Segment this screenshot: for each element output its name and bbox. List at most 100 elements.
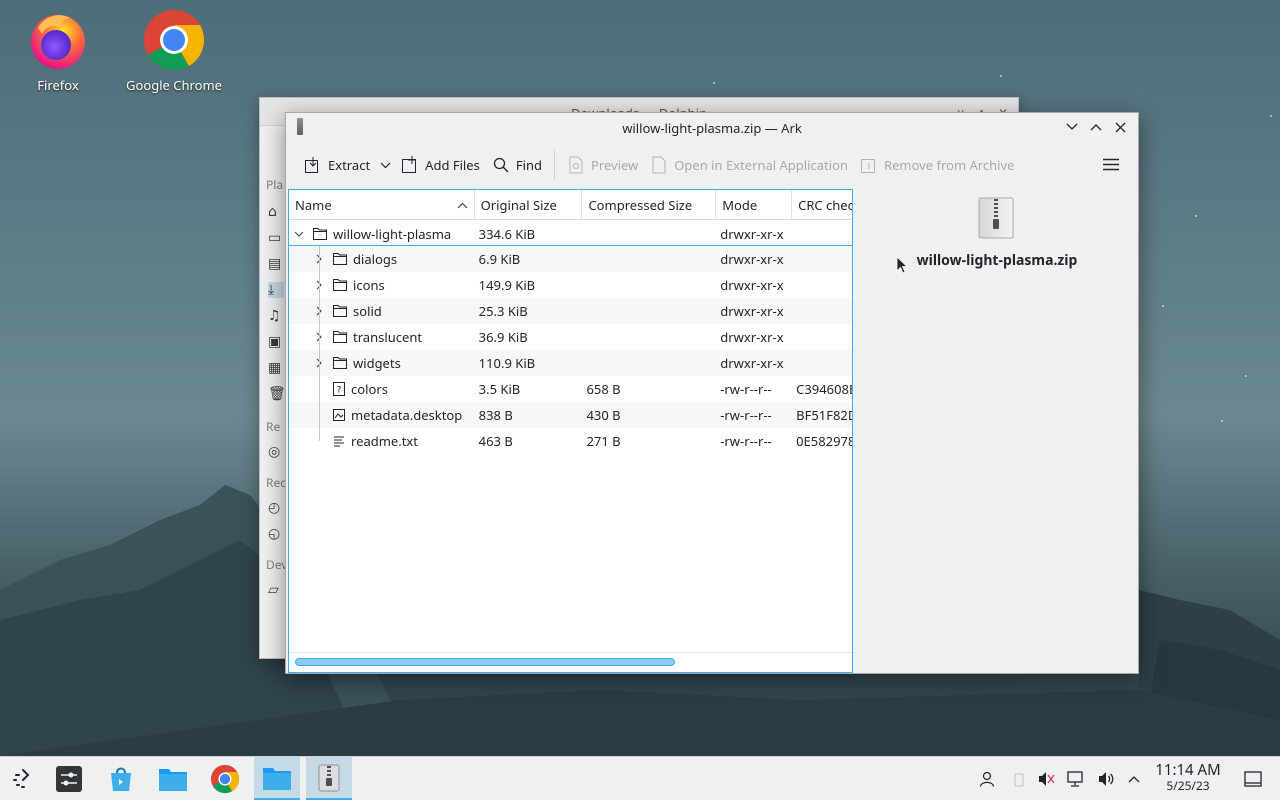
desktop-icon[interactable]: ▭ [268,230,284,246]
star [1221,420,1223,422]
tray-clipboard-icon[interactable] [1006,757,1032,800]
minimize-button[interactable] [1062,117,1082,137]
compressed-size-cell: 271 B [586,432,621,450]
star [1245,375,1247,377]
entry-name: colors [351,380,388,398]
add-files-label: Add Files [425,156,480,174]
entry-name: icons [353,276,385,294]
name-cell: ? colors [289,376,475,402]
home-icon[interactable]: ⌂ [268,204,284,220]
horizontal-scrollbar-track[interactable] [289,652,852,672]
text-file-icon [333,434,345,448]
recent-locations-icon[interactable]: ◵ [268,526,284,542]
ark-window-title: willow-light-plasma.zip — Ark [622,119,802,137]
task-system-settings[interactable] [46,757,92,800]
desktop-icon-google-chrome[interactable]: Google Chrome [119,8,229,94]
column-header-crc[interactable]: CRC chec [792,190,852,220]
trash-icon[interactable]: 🗑 [268,386,286,402]
mode-cell: -rw-r--r-- [720,432,772,450]
original-size-cell: 6.9 KiB [478,250,521,268]
chevron-down-icon[interactable] [293,221,305,245]
mode-cell: drwxr-xr-x [720,276,784,294]
entry-name: willow-light-plasma [333,225,452,243]
task-dolphin-launcher[interactable] [150,757,196,800]
preview-button[interactable]: Preview [561,149,644,181]
table-row[interactable]: readme.txt 463 B 271 B -rw-r--r-- 0E582978 [289,428,852,454]
table-row[interactable]: willow-light-plasma 334.6 KiB drwxr-xr-x [289,220,852,246]
ark-titlebar[interactable]: willow-light-plasma.zip — Ark [286,113,1138,141]
chrome-icon [210,764,240,794]
original-size-cell: 334.6 KiB [478,225,536,243]
close-button[interactable] [1110,117,1130,137]
table-row[interactable]: ? colors 3.5 KiB 658 B -rw-r--r-- C394608E [289,376,852,402]
task-ark-window[interactable] [306,757,352,800]
column-header-compressed-size[interactable]: Compressed Size [582,190,717,220]
tray-user-icon[interactable] [974,757,1000,800]
column-header-name-label: Name [295,196,332,214]
hamburger-menu-button[interactable] [1098,151,1124,177]
crc-cell [792,246,852,272]
extract-button[interactable]: Extract [298,149,376,181]
network-icon[interactable]: ◎ [268,444,284,460]
pictures-icon[interactable]: ▣ [268,334,284,350]
videos-icon[interactable]: ▦ [268,360,284,376]
tray-network-icon[interactable] [1063,757,1089,800]
column-header: Name Original Size Compressed Size Mode … [289,190,852,220]
table-row[interactable]: translucent 36.9 KiB drwxr-xr-x [289,324,852,350]
digital-clock[interactable]: 11:14 AM 5/25/23 [1150,762,1226,793]
add-files-button[interactable]: Add Files [395,149,486,181]
maximize-button[interactable] [1086,117,1106,137]
find-button[interactable]: Find [486,149,548,181]
compressed-size-cell [582,350,716,376]
task-google-chrome[interactable] [202,757,248,800]
recent-files-icon[interactable]: ◴ [268,500,284,516]
archive-tree-view[interactable]: Name Original Size Compressed Size Mode … [288,189,853,673]
downloads-icon[interactable]: ⤓ [268,282,284,298]
compressed-size-cell: 430 B [586,406,621,424]
table-row[interactable]: icons 149.9 KiB drwxr-xr-x [289,272,852,298]
documents-icon[interactable]: ▤ [268,256,284,272]
open-external-button[interactable]: Open in External Application [644,149,854,181]
kde-launcher-icon [13,769,30,788]
task-discover[interactable] [98,757,144,800]
tray-audio-muted-icon[interactable] [1033,757,1059,800]
tray-expand-chevron-up-icon[interactable] [1121,757,1147,800]
recent-label: Rec [266,474,286,491]
show-desktop-button[interactable] [1240,757,1266,800]
compressed-size-cell [582,298,716,324]
table-row[interactable]: dialogs 6.9 KiB drwxr-xr-x [289,246,852,272]
chevron-up-icon [1090,124,1102,131]
original-size-cell: 25.3 KiB [478,302,528,320]
remove-icon [860,156,878,174]
table-row[interactable]: solid 25.3 KiB drwxr-xr-x [289,298,852,324]
horizontal-scrollbar-handle[interactable] [295,658,675,666]
extract-label: Extract [328,156,371,174]
task-dolphin-window[interactable] [254,757,300,800]
column-header-compressed-size-label: Compressed Size [588,196,693,214]
extract-menu-button[interactable] [376,149,395,181]
column-header-mode[interactable]: Mode [716,190,793,220]
remove-from-archive-button[interactable]: Remove from Archive [854,149,1020,181]
table-row[interactable]: widgets 110.9 KiB drwxr-xr-x [289,350,852,376]
close-icon [1115,122,1125,132]
column-header-original-size[interactable]: Original Size [475,190,583,220]
name-cell: metadata.desktop [289,402,475,428]
tray-volume-icon[interactable] [1093,757,1119,800]
desktop-icon-firefox[interactable]: Firefox [3,8,113,94]
original-size-cell: 463 B [478,432,513,450]
music-icon[interactable]: ♫ [268,308,284,324]
star [1162,305,1164,307]
folder-icon [333,357,347,369]
taskbar: 11:14 AM 5/25/23 [0,756,1280,800]
ark-window[interactable]: willow-light-plasma.zip — Ark Extract Ad… [285,112,1139,674]
entry-name: readme.txt [351,432,418,450]
column-header-name[interactable]: Name [289,190,475,220]
application-launcher-button[interactable] [0,757,46,800]
folder-icon [159,769,187,791]
menu-icon [1103,158,1119,170]
find-label: Find [515,156,542,174]
table-row[interactable]: metadata.desktop 838 B 430 B -rw-r--r-- BF51… [289,402,852,428]
compressed-size-cell [582,272,716,298]
entry-name: metadata.desktop [351,406,463,424]
drive-icon[interactable]: ▱ [268,582,284,598]
